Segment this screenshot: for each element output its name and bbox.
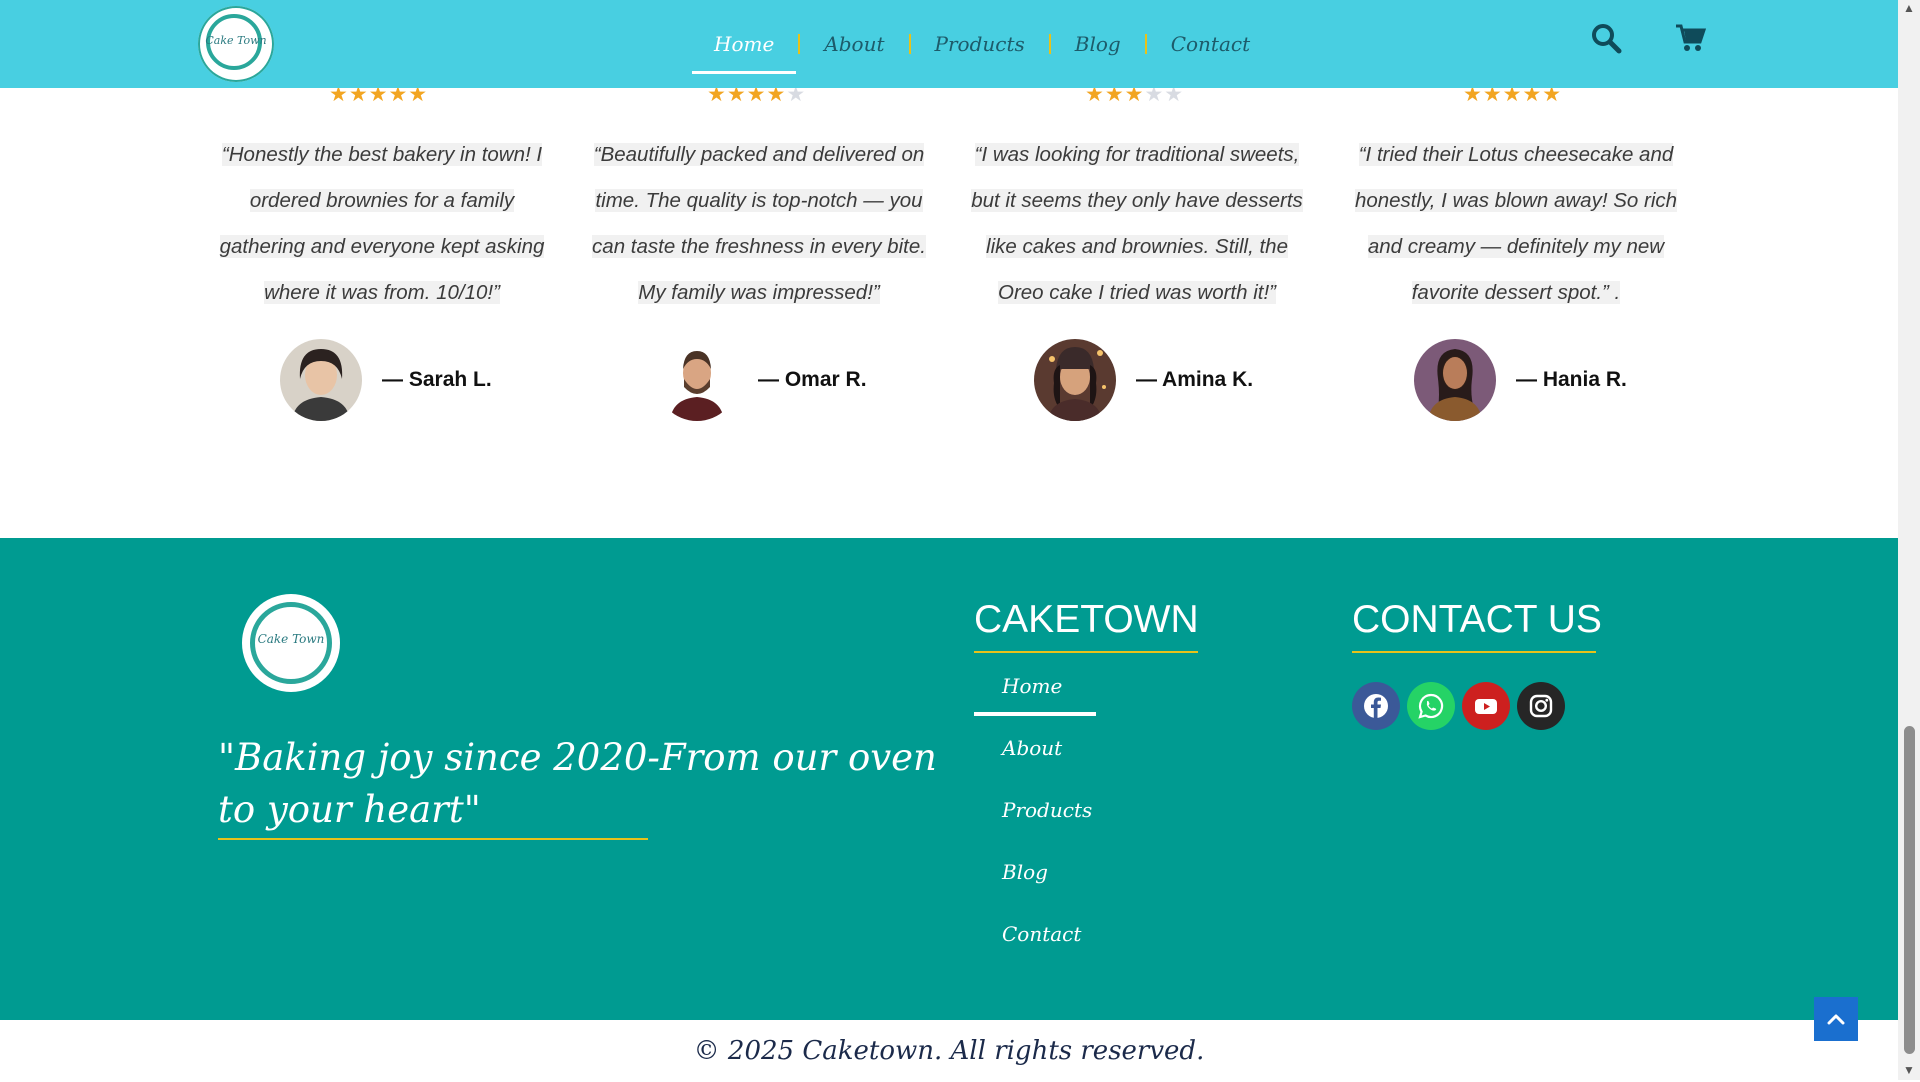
testimonial-quote: “I was looking for traditional sweets, b…	[971, 143, 1303, 304]
active-link-underline	[974, 712, 1096, 716]
reviewer: — Sarah L.	[280, 338, 492, 422]
nav-about[interactable]: About	[800, 0, 908, 88]
reviewer: — Hania R.	[1414, 338, 1627, 422]
heading-underline	[1352, 651, 1596, 653]
scroll-to-top-button[interactable]	[1814, 997, 1858, 1041]
footer-link-products[interactable]: Products	[1002, 798, 1092, 822]
nav-products[interactable]: Products	[911, 0, 1049, 88]
logo-text: Cake Town	[205, 34, 267, 47]
nav-contact[interactable]: Contact	[1147, 0, 1274, 88]
cart-icon[interactable]	[1674, 22, 1707, 54]
whatsapp-icon[interactable]	[1407, 682, 1455, 730]
copyright-text: © 2025 Caketown. All rights reserved.	[693, 1036, 1205, 1066]
search-icon[interactable]	[1590, 22, 1622, 54]
scroll-down-arrow[interactable]: ▼	[1901, 1064, 1917, 1076]
avatar	[280, 339, 362, 421]
avatar	[1414, 339, 1496, 421]
instagram-icon[interactable]	[1517, 682, 1565, 730]
scroll-up-arrow[interactable]: ▲	[1901, 2, 1917, 14]
footer-link-about[interactable]: About	[1002, 736, 1062, 760]
footer-logo[interactable]: Cake Town	[242, 594, 340, 692]
avatar	[656, 339, 738, 421]
footer-caketown-heading: CAKETOWN	[974, 598, 1199, 641]
nav-home[interactable]: Home	[690, 0, 798, 88]
site-header: Cake Town Home About Products Blog Conta…	[0, 0, 1898, 88]
testimonial-quote: “Honestly the best bakery in town! I ord…	[219, 143, 545, 304]
youtube-icon[interactable]	[1462, 682, 1510, 730]
footer-tagline: "Baking joy since 2020-From our oven to …	[218, 736, 937, 831]
facebook-icon[interactable]	[1352, 682, 1400, 730]
reviewer-name: — Sarah L.	[382, 368, 492, 391]
nav-blog[interactable]: Blog	[1051, 0, 1145, 88]
footer-contact-heading: CONTACT US	[1352, 598, 1602, 641]
heading-underline	[974, 651, 1198, 653]
footer-link-home[interactable]: Home	[1002, 674, 1062, 698]
avatar	[1034, 339, 1116, 421]
reviewer-name: — Omar R.	[758, 368, 867, 391]
testimonial-quote: “Beautifully packed and delivered on tim…	[592, 143, 926, 304]
tagline-underline	[218, 838, 648, 840]
reviewer-name: — Amina K.	[1136, 368, 1254, 391]
scrollbar-thumb[interactable]	[1904, 726, 1915, 1054]
header-logo[interactable]: Cake Town	[198, 6, 274, 82]
reviewer-name: — Hania R.	[1516, 368, 1627, 391]
chevron-up-icon	[1827, 1014, 1845, 1025]
main-nav: Home About Products Blog Contact	[690, 0, 1274, 88]
testimonial-quote: “I tried their Lotus cheesecake and hone…	[1354, 143, 1678, 304]
reviewer: — Omar R.	[656, 338, 867, 422]
reviewer: — Amina K.	[1034, 338, 1253, 422]
footer-link-blog[interactable]: Blog	[1002, 860, 1048, 884]
footer-link-contact[interactable]: Contact	[1002, 922, 1081, 946]
logo-text: Cake Town	[257, 632, 325, 646]
